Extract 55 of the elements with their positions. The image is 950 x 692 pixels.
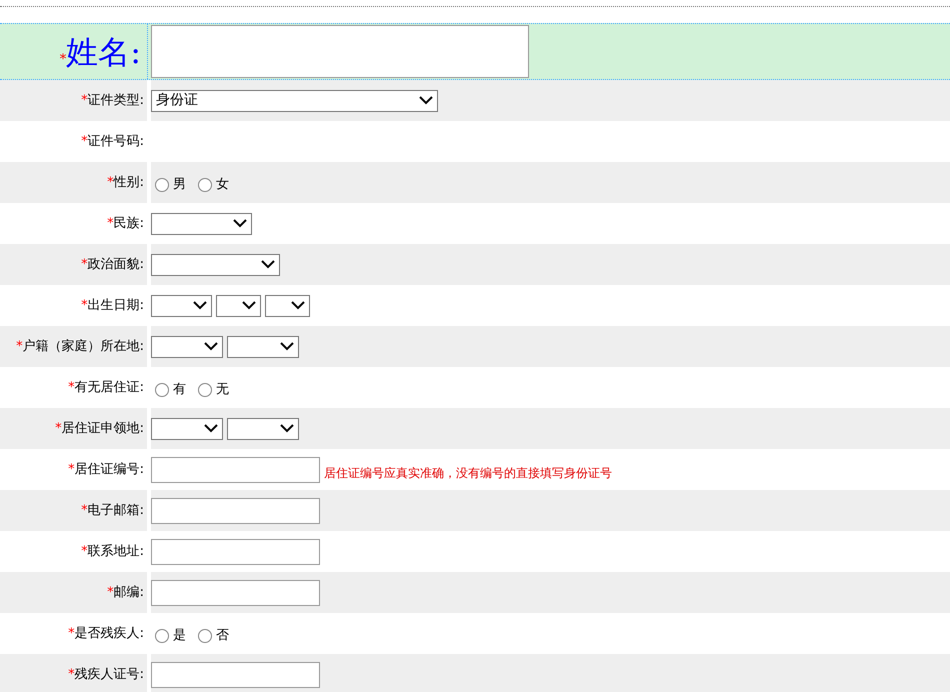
select-field[interactable] [227,418,299,440]
name-field[interactable] [151,25,529,78]
field-label: *电子邮箱: [81,502,144,520]
chevron-down-icon [204,424,218,433]
chevron-down-icon [291,301,305,310]
chevron-down-icon [242,301,256,310]
chevron-down-icon [233,219,247,228]
radio-button[interactable] [198,628,212,642]
hint-text: 居住证编号应真实准确，没有编号的直接填写身份证号 [324,464,612,482]
text-field[interactable] [151,538,320,564]
field-label: *邮编: [107,584,144,602]
radio-button[interactable] [198,178,212,192]
chevron-down-icon [280,424,294,433]
select-field[interactable] [151,418,223,440]
field-label: *证件类型: [81,92,144,110]
chevron-down-icon [204,342,218,351]
radio-button[interactable] [155,382,169,396]
field-label: *残疾人证号: [68,666,144,684]
select-field[interactable] [151,254,280,276]
select-field[interactable] [265,294,310,316]
radio-button[interactable] [155,628,169,642]
field-label: *出生日期: [81,296,144,315]
text-field[interactable] [151,498,320,524]
select-field[interactable]: 身份证 [151,90,438,112]
radio-option[interactable]: 是 [155,626,186,646]
select-field[interactable] [151,212,252,234]
select-field[interactable] [227,336,299,358]
field-label: *是否残疾人: [68,624,144,643]
chevron-down-icon [193,301,207,310]
radio-option[interactable]: 无 [198,380,229,400]
field-label: *联系地址: [81,542,144,561]
field-label: *民族: [107,214,144,233]
chevron-down-icon [419,96,433,105]
text-field[interactable] [151,580,320,606]
radio-option[interactable]: 男 [155,174,186,194]
radio-button[interactable] [198,382,212,396]
select-field[interactable] [216,294,261,316]
radio-button[interactable] [155,178,169,192]
radio-option[interactable]: 否 [198,626,229,646]
chevron-down-icon [280,342,294,351]
field-label: *有无居住证: [68,378,144,397]
chevron-down-icon [261,260,275,269]
field-label: *居住证申领地: [55,420,144,438]
text-field[interactable] [151,456,320,482]
field-label: *证件号码: [81,132,144,151]
name-label: *姓名: [60,32,141,72]
field-label: *政治面貌: [81,256,144,274]
field-label: *居住证编号: [68,460,144,479]
select-field[interactable] [151,336,223,358]
radio-option[interactable]: 有 [155,380,186,400]
select-field[interactable] [151,294,212,316]
radio-option[interactable]: 女 [198,174,229,194]
field-label: *户籍（家庭）所在地: [16,338,144,356]
text-field[interactable] [151,662,320,688]
field-label: *性别: [107,174,144,192]
